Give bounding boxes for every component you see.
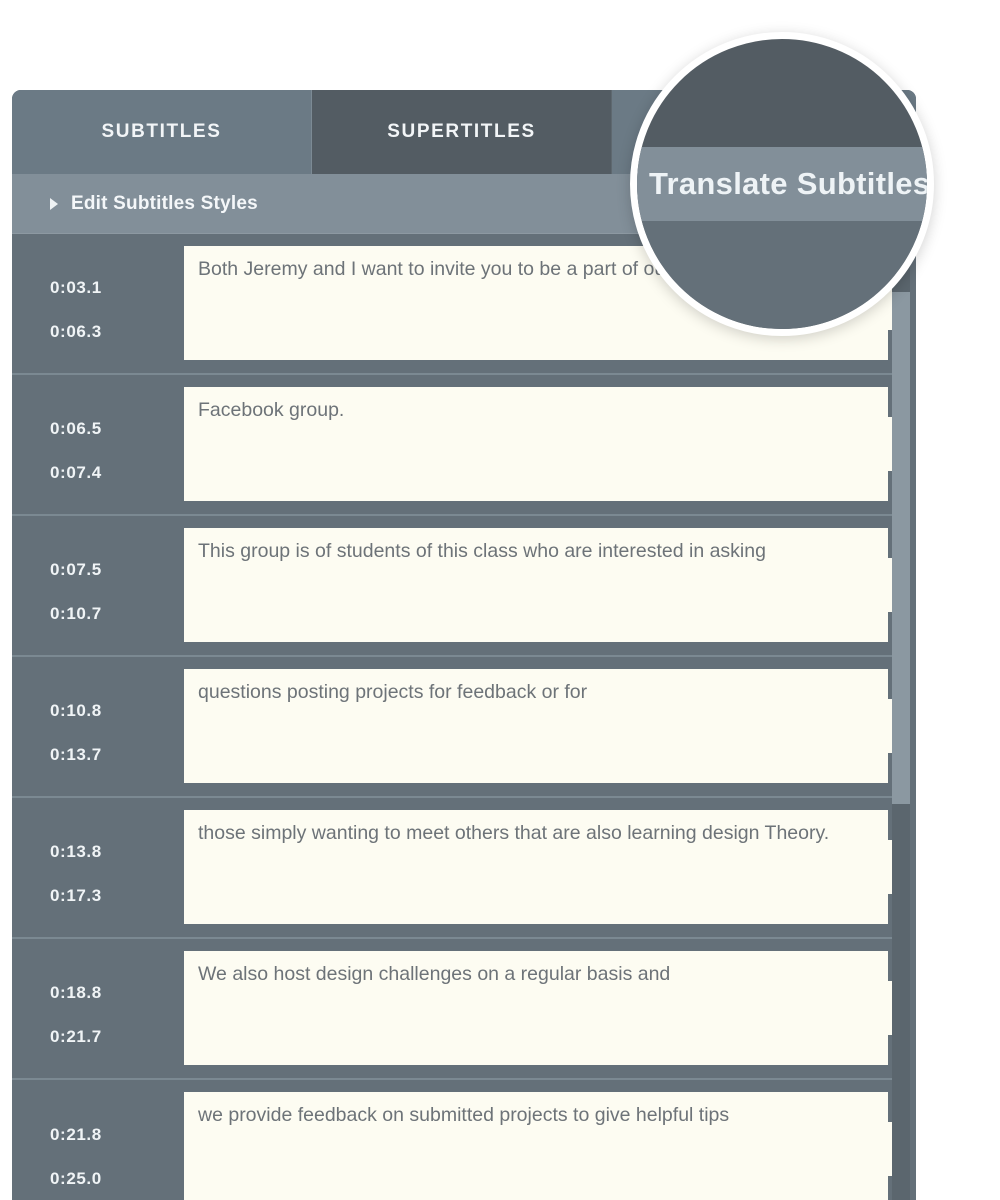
subtitle-row: 0:13.8 0:17.3 ×+ <box>12 798 910 939</box>
subtitle-cell: ×+ <box>174 1092 910 1200</box>
subtitle-timecodes: 0:13.8 0:17.3 <box>12 810 174 937</box>
subtitle-start-time[interactable]: 0:18.8 <box>50 983 102 1003</box>
subtitle-end-time[interactable]: 0:07.4 <box>50 463 102 483</box>
subtitle-text-input[interactable] <box>184 951 888 1065</box>
vertical-scrollbar-track[interactable] <box>892 234 910 1200</box>
subtitle-start-time[interactable]: 0:13.8 <box>50 842 102 862</box>
subtitle-end-time[interactable]: 0:21.7 <box>50 1027 102 1047</box>
edit-subtitles-styles-label: Edit Subtitles Styles <box>71 192 258 214</box>
subtitle-row: 0:10.8 0:13.7 ×+ <box>12 657 910 798</box>
subtitle-text-input[interactable] <box>184 669 888 783</box>
magnified-translate-subtitles-label: Translate Subtitles <box>649 166 931 201</box>
subtitle-end-time[interactable]: 0:10.7 <box>50 604 102 624</box>
subtitle-end-time[interactable]: 0:25.0 <box>50 1169 102 1189</box>
subtitle-text-input[interactable] <box>184 810 888 924</box>
magnifier-lower-area <box>637 221 927 329</box>
subtitle-row: 0:18.8 0:21.7 ×+ <box>12 939 910 1080</box>
tab-subtitles-label: SUBTITLES <box>101 121 222 142</box>
subtitle-end-time[interactable]: 0:13.7 <box>50 745 102 765</box>
subtitle-text-input[interactable] <box>184 528 888 642</box>
triangle-right-icon <box>50 197 58 210</box>
subtitle-cell: ×+ <box>174 669 910 783</box>
subtitle-timecodes: 0:18.8 0:21.7 <box>12 951 174 1078</box>
subtitle-row: 0:21.8 0:25.0 ×+ <box>12 1080 910 1200</box>
subtitle-start-time[interactable]: 0:03.1 <box>50 278 102 298</box>
subtitle-list-viewport: 0:03.1 0:06.3 ×+ 0:06.5 0:07.4 ×+ 0:07.5 0:10.7… <box>12 234 916 1200</box>
tab-subtitles[interactable]: SUBTITLES <box>12 90 312 174</box>
subtitle-timecodes: 0:03.1 0:06.3 <box>12 246 174 373</box>
subtitle-start-time[interactable]: 0:21.8 <box>50 1125 102 1145</box>
subtitle-text-input[interactable] <box>184 387 888 501</box>
subtitle-row: 0:06.5 0:07.4 ×+ <box>12 375 910 516</box>
subtitle-start-time[interactable]: 0:10.8 <box>50 701 102 721</box>
subtitle-row: 0:07.5 0:10.7 ×+ <box>12 516 910 657</box>
subtitle-text-input[interactable] <box>184 1092 888 1200</box>
subtitle-end-time[interactable]: 0:17.3 <box>50 886 102 906</box>
subtitle-timecodes: 0:07.5 0:10.7 <box>12 528 174 655</box>
subtitle-start-time[interactable]: 0:07.5 <box>50 560 102 580</box>
screenshot-root: SUBTITLES SUPERTITLES Edit Subtitles Sty… <box>0 0 1000 1200</box>
subtitle-timecodes: 0:06.5 0:07.4 <box>12 387 174 514</box>
subtitle-start-time[interactable]: 0:06.5 <box>50 419 102 439</box>
tab-supertitles-label: SUPERTITLES <box>387 121 536 142</box>
subtitle-cell: ×+ <box>174 810 910 924</box>
subtitle-cell: ×+ <box>174 528 910 642</box>
subtitle-cell: ×+ <box>174 951 910 1065</box>
subtitle-timecodes: 0:21.8 0:25.0 <box>12 1092 174 1200</box>
subtitle-cell: ×+ <box>174 387 910 501</box>
magnifier-lens: Translate Subtitles <box>630 32 934 336</box>
subtitle-end-time[interactable]: 0:06.3 <box>50 322 102 342</box>
vertical-scrollbar-thumb[interactable] <box>892 292 910 804</box>
tab-supertitles[interactable]: SUPERTITLES <box>312 90 612 174</box>
subtitle-timecodes: 0:10.8 0:13.7 <box>12 669 174 796</box>
subtitle-list: 0:03.1 0:06.3 ×+ 0:06.5 0:07.4 ×+ 0:07.5 0:10.7… <box>12 234 910 1200</box>
